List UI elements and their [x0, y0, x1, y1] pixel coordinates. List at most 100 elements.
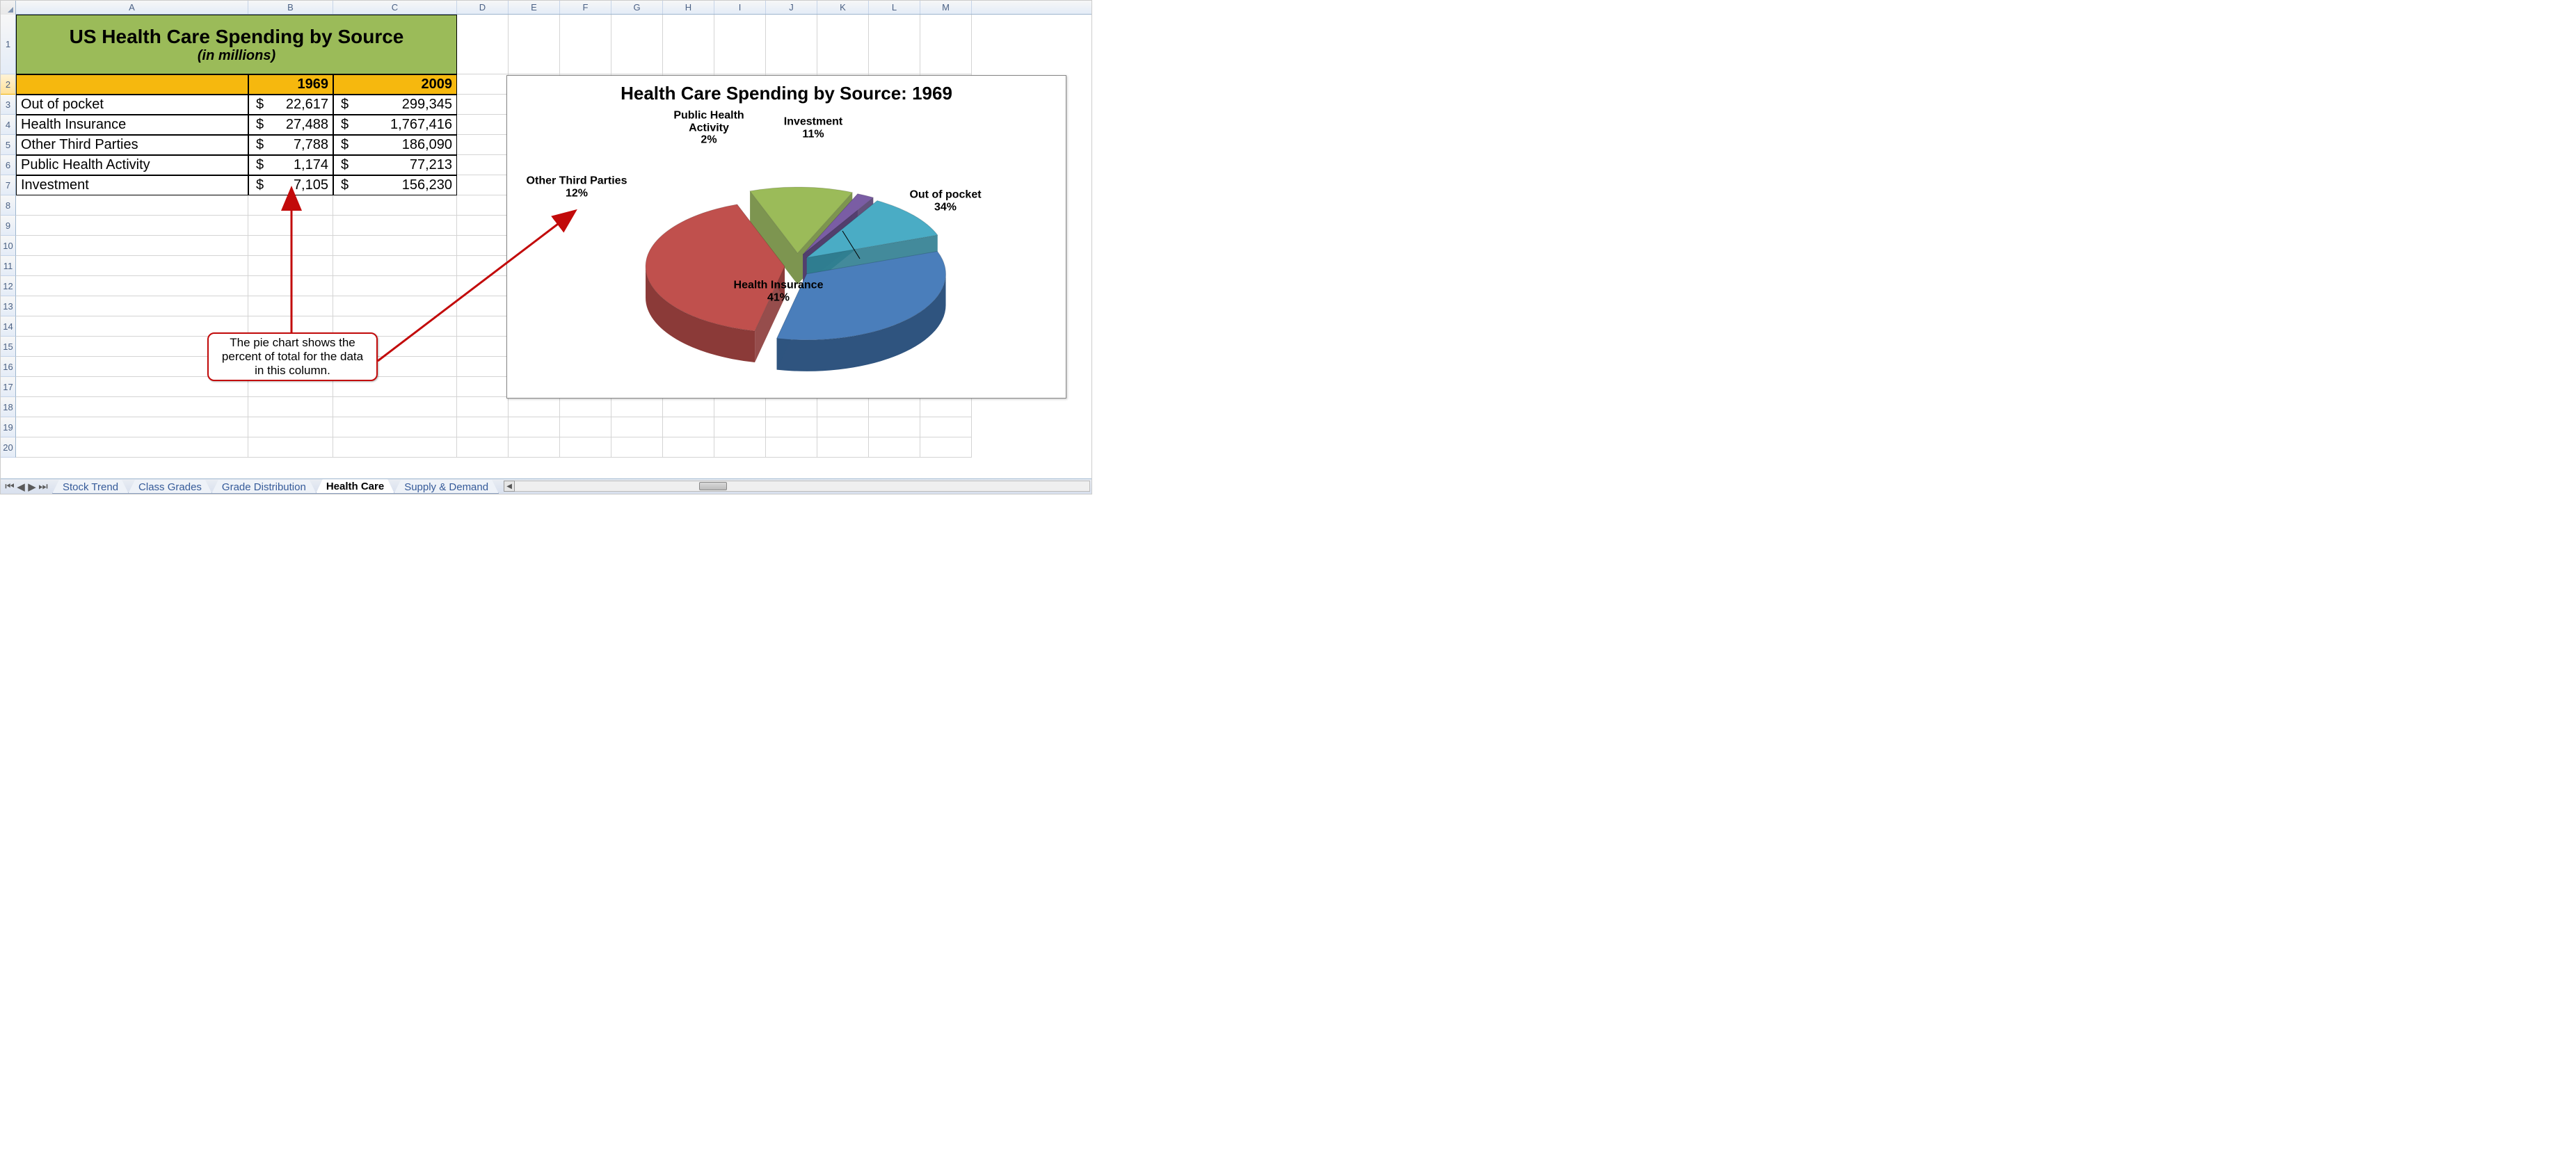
column-header-G[interactable]: G [611, 1, 663, 14]
row-header-6[interactable]: 6 [1, 155, 16, 175]
cell-B18[interactable] [248, 397, 333, 417]
cell-B3[interactable]: $22,617 [248, 95, 333, 115]
cell-A20[interactable] [16, 437, 248, 458]
cell-A2[interactable] [16, 74, 248, 95]
row-header-18[interactable]: 18 [1, 397, 16, 417]
sheet-tab-health-care[interactable]: Health Care [316, 479, 394, 494]
cell-G18[interactable] [611, 397, 663, 417]
cell-C3[interactable]: $299,345 [333, 95, 457, 115]
cell-A12[interactable] [16, 276, 248, 296]
cell-K1[interactable] [817, 15, 869, 74]
cell-E18[interactable] [509, 397, 560, 417]
cell-D8[interactable] [457, 195, 509, 216]
row-header-13[interactable]: 13 [1, 296, 16, 316]
row-header-17[interactable]: 17 [1, 377, 16, 397]
cell-B7[interactable]: $7,105 [248, 175, 333, 195]
cell-B2[interactable]: 1969 [248, 74, 333, 95]
cell-E20[interactable] [509, 437, 560, 458]
cell-A10[interactable] [16, 236, 248, 256]
cell-E1[interactable] [509, 15, 560, 74]
cell-C13[interactable] [333, 296, 457, 316]
cell-D1[interactable] [457, 15, 509, 74]
row-header-19[interactable]: 19 [1, 417, 16, 437]
tab-nav-last-icon[interactable]: ⏭ [38, 482, 48, 492]
cell-C19[interactable] [333, 417, 457, 437]
cell-D20[interactable] [457, 437, 509, 458]
column-header-J[interactable]: J [766, 1, 817, 14]
cell-B11[interactable] [248, 256, 333, 276]
cell-A18[interactable] [16, 397, 248, 417]
cell-G19[interactable] [611, 417, 663, 437]
cell-H18[interactable] [663, 397, 714, 417]
cell-G1[interactable] [611, 15, 663, 74]
row-header-2[interactable]: 2 [1, 74, 16, 95]
sheet-tab-class-grades[interactable]: Class Grades [128, 480, 212, 494]
cell-B6[interactable]: $1,174 [248, 155, 333, 175]
column-header-D[interactable]: D [457, 1, 509, 14]
cell-A5[interactable]: Other Third Parties [16, 135, 248, 155]
row-header-1[interactable]: 1 [1, 15, 16, 74]
row-header-9[interactable]: 9 [1, 216, 16, 236]
column-header-K[interactable]: K [817, 1, 869, 14]
cell-A13[interactable] [16, 296, 248, 316]
cell-M1[interactable] [920, 15, 972, 74]
cell-C4[interactable]: $1,767,416 [333, 115, 457, 135]
column-header-M[interactable]: M [920, 1, 972, 14]
cell-H20[interactable] [663, 437, 714, 458]
cell-C20[interactable] [333, 437, 457, 458]
cell-A6[interactable]: Public Health Activity [16, 155, 248, 175]
cell-D11[interactable] [457, 256, 509, 276]
cell-D18[interactable] [457, 397, 509, 417]
cell-B9[interactable] [248, 216, 333, 236]
column-header-E[interactable]: E [509, 1, 560, 14]
cell-I1[interactable] [714, 15, 766, 74]
scroll-thumb[interactable] [699, 482, 727, 490]
cell-M20[interactable] [920, 437, 972, 458]
cell-L19[interactable] [869, 417, 920, 437]
cell-F1[interactable] [560, 15, 611, 74]
column-header-A[interactable]: A [16, 1, 248, 14]
cell-B5[interactable]: $7,788 [248, 135, 333, 155]
cell-K18[interactable] [817, 397, 869, 417]
cell-K20[interactable] [817, 437, 869, 458]
column-header-L[interactable]: L [869, 1, 920, 14]
row-header-7[interactable]: 7 [1, 175, 16, 195]
cell-D10[interactable] [457, 236, 509, 256]
cell-M18[interactable] [920, 397, 972, 417]
cell-D12[interactable] [457, 276, 509, 296]
cell-L18[interactable] [869, 397, 920, 417]
cell-F19[interactable] [560, 417, 611, 437]
row-header-5[interactable]: 5 [1, 135, 16, 155]
cell-D9[interactable] [457, 216, 509, 236]
horizontal-scrollbar[interactable]: ◀ [504, 481, 1090, 492]
cell-A7[interactable]: Investment [16, 175, 248, 195]
row-header-12[interactable]: 12 [1, 276, 16, 296]
cell-C2[interactable]: 2009 [333, 74, 457, 95]
cell-D7[interactable] [457, 175, 509, 195]
cell-A4[interactable]: Health Insurance [16, 115, 248, 135]
column-header-F[interactable]: F [560, 1, 611, 14]
tab-nav-first-icon[interactable]: ⏮ [5, 482, 15, 492]
row-header-11[interactable]: 11 [1, 256, 16, 276]
column-header-C[interactable]: C [333, 1, 457, 14]
cell-C11[interactable] [333, 256, 457, 276]
cell-B8[interactable] [248, 195, 333, 216]
cell-D3[interactable] [457, 95, 509, 115]
cell-D16[interactable] [457, 357, 509, 377]
scroll-left-icon[interactable]: ◀ [504, 481, 515, 492]
cell-J20[interactable] [766, 437, 817, 458]
cell-B12[interactable] [248, 276, 333, 296]
cell-C6[interactable]: $77,213 [333, 155, 457, 175]
cell-F20[interactable] [560, 437, 611, 458]
cell-D6[interactable] [457, 155, 509, 175]
cell-G20[interactable] [611, 437, 663, 458]
row-header-4[interactable]: 4 [1, 115, 16, 135]
cell-D4[interactable] [457, 115, 509, 135]
cell-J1[interactable] [766, 15, 817, 74]
column-header-I[interactable]: I [714, 1, 766, 14]
cell-D14[interactable] [457, 316, 509, 337]
cell-B10[interactable] [248, 236, 333, 256]
cell-D15[interactable] [457, 337, 509, 357]
cell-B13[interactable] [248, 296, 333, 316]
cell-F18[interactable] [560, 397, 611, 417]
